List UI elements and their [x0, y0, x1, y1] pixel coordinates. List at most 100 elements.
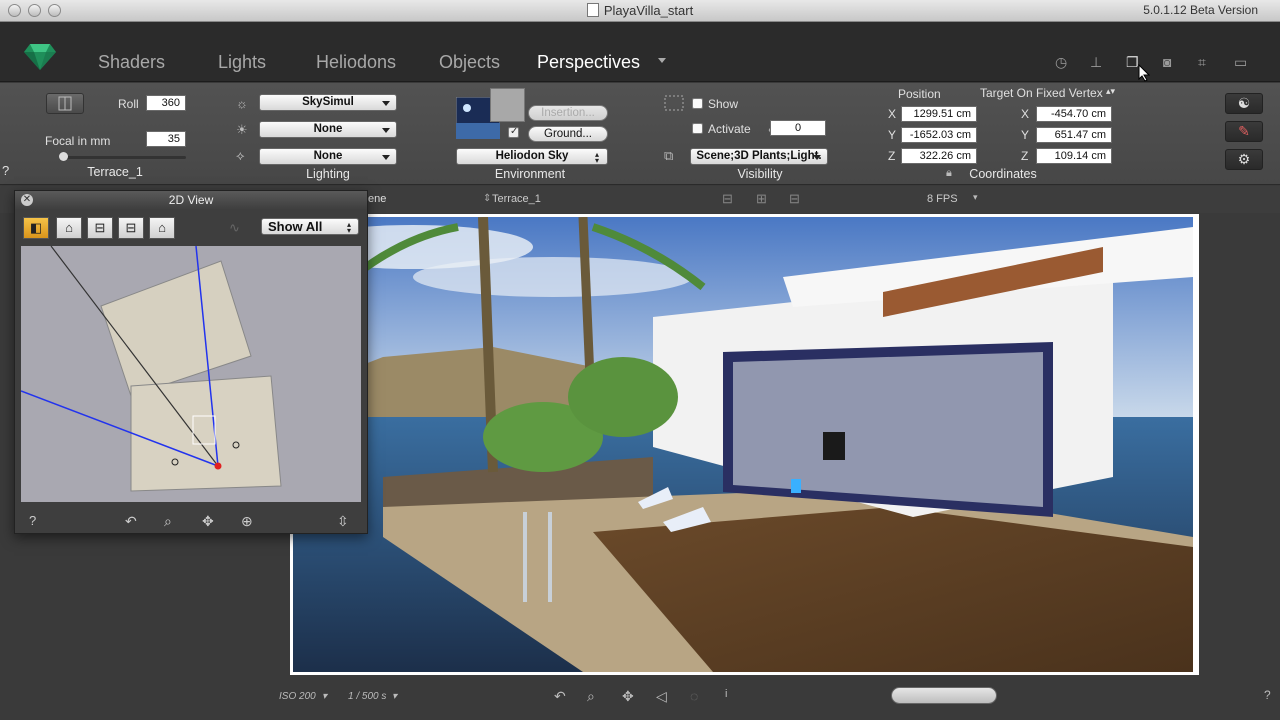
pos-y-axis: Y [888, 128, 897, 142]
roll-field[interactable]: 360 [146, 95, 186, 111]
view-center-icon[interactable]: ⊞ [756, 191, 767, 207]
collapse-icon[interactable]: ⇳ [337, 513, 349, 530]
panel-close-button[interactable]: ✕ [21, 194, 33, 206]
panel-2d-view: 2D View ✕ ◧ ⌂ ⊟ ⊟ ⌂ ∿ Show All ▴ ▾ ? ↶ ⌕ … [14, 190, 368, 534]
zoom-icon[interactable]: ⌕ [164, 513, 172, 530]
filter-spinner-icon[interactable]: ▴ ▾ [347, 221, 362, 235]
tab-perspectives[interactable]: Perspectives [537, 52, 640, 73]
link-icon: ∿ [229, 220, 240, 235]
ground-button[interactable]: Ground... [528, 126, 608, 142]
view-plan-button[interactable]: ◧ [23, 217, 49, 239]
focal-slider-track[interactable] [60, 156, 186, 159]
perspective-selector[interactable]: Terrace_1 [492, 193, 541, 205]
ground-checkbox[interactable]: ✓ [508, 126, 519, 138]
visibility-group-title: Visibility [737, 167, 783, 181]
zoom-view-icon[interactable]: ⌕ [587, 688, 595, 705]
window-title: PlayaVilla_start [0, 3, 1280, 18]
rotate-view-icon[interactable]: ↶ [554, 688, 566, 705]
tgt-y-axis: Y [1021, 128, 1030, 142]
fps-dropdown-caret-icon[interactable]: ▾ [973, 192, 978, 203]
shutter-dropdown-caret-icon[interactable]: ▾ [392, 691, 397, 702]
tab-heliodons[interactable]: Heliodons [316, 52, 396, 73]
horizontal-scroll-thumb[interactable] [891, 687, 997, 704]
tgt-y-field[interactable]: 651.47 cm [1036, 127, 1112, 143]
view-right-icon[interactable]: ⊟ [789, 191, 800, 207]
tgt-x-axis: X [1021, 107, 1030, 121]
insertion-button[interactable]: Insertion... [528, 105, 608, 121]
floor-icon: ⊟ [94, 220, 106, 235]
help-button[interactable]: ? [2, 163, 9, 178]
perspective-spinner-icon[interactable]: ⇕ [483, 193, 491, 204]
window-titlebar: PlayaVilla_start 5.0.1.12 Beta Version [0, 0, 1280, 22]
axes-icon[interactable]: ⊥ [1090, 54, 1108, 70]
tgt-z-field[interactable]: 109.14 cm [1036, 148, 1112, 164]
fps-label: 8 FPS [927, 193, 958, 205]
target-spinner-icon[interactable]: ▴▾ [1106, 86, 1115, 97]
heliodon-dropdown[interactable]: Heliodon Sky [456, 148, 608, 165]
crop-icon[interactable]: ⌗ [1198, 54, 1216, 70]
parameters-bar: Roll 360 Focal in mm 35 Terrace_1 ? ☼ ☀ … [0, 83, 1280, 185]
main-toolbar: Shaders Lights Heliodons Objects Perspec… [0, 22, 1280, 82]
panel-help-button[interactable]: ? [29, 513, 36, 528]
yin-yang-button[interactable]: ☯ [1225, 93, 1263, 114]
shadow-dropdown[interactable]: None [259, 148, 397, 165]
settings-button[interactable]: ⚙ [1225, 149, 1263, 170]
target-label[interactable]: Target On Fixed Vertex [980, 86, 1103, 100]
pos-x-axis: X [888, 107, 897, 121]
focal-field[interactable]: 35 [146, 131, 186, 147]
tab-shaders[interactable]: Shaders [98, 52, 165, 73]
view-roof-button[interactable]: ⌂ [149, 217, 175, 239]
orbit-icon[interactable]: ⊕ [241, 513, 253, 530]
view-left-icon[interactable]: ⊟ [722, 191, 733, 207]
info-icon[interactable]: i [725, 688, 727, 700]
camera-icon[interactable]: ◙ [1163, 54, 1181, 70]
sky-dropdown[interactable]: SkySimul [259, 94, 397, 111]
lock-icon[interactable]: 🔒︎ [946, 167, 952, 180]
view-home-button[interactable]: ⌂ [56, 217, 82, 239]
roll-label: Roll [118, 97, 139, 111]
shutter-selector[interactable]: 1 / 500 s [348, 691, 386, 702]
focal-slider-thumb[interactable] [59, 152, 68, 161]
mouse-cursor-icon [1138, 64, 1150, 82]
walk-view-icon[interactable]: ◁ [656, 688, 667, 705]
coordinates-group-title: Coordinates [969, 167, 1037, 181]
app-logo-gem-icon [24, 44, 56, 70]
tab-objects[interactable]: Objects [439, 52, 500, 73]
show-filter-dropdown[interactable]: Show All [261, 218, 359, 235]
bulb-icon: ☀ [236, 122, 248, 137]
iso-dropdown-caret-icon[interactable]: ▾ [322, 691, 327, 702]
undo-icon[interactable]: ↶ [125, 513, 137, 530]
pencils-button[interactable]: ✎ [1225, 121, 1263, 142]
sun-icon: ☼ [236, 96, 248, 111]
pan-view-icon[interactable]: ✥ [622, 688, 634, 705]
grid-icon [664, 95, 684, 111]
iso-selector[interactable]: ISO 200 [279, 691, 316, 702]
light-dropdown[interactable]: None [259, 121, 397, 138]
activate-value-field[interactable]: 0 [770, 120, 826, 136]
tgt-z-axis: Z [1021, 149, 1029, 163]
reset-view-icon[interactable]: ◌ [690, 688, 698, 704]
plan-map[interactable] [21, 246, 361, 502]
monitor-icon[interactable]: ▭ [1234, 54, 1252, 70]
pos-z-field[interactable]: 322.26 cm [901, 148, 977, 164]
home-icon: ⌂ [65, 220, 73, 235]
environment-group-title: Environment [494, 167, 566, 181]
render-viewport[interactable] [293, 217, 1193, 672]
status-help-button[interactable]: ? [1264, 688, 1271, 702]
pan-icon[interactable]: ✥ [202, 513, 214, 530]
view-floor1-button[interactable]: ⊟ [87, 217, 113, 239]
roof-icon: ⌂ [158, 220, 166, 235]
timer-icon[interactable]: ◷ [1055, 54, 1073, 70]
tab-lights[interactable]: Lights [218, 52, 266, 73]
pos-y-field[interactable]: -1652.03 cm [901, 127, 977, 143]
ground-swatch[interactable] [490, 88, 525, 122]
view-floor2-button[interactable]: ⊟ [118, 217, 144, 239]
show-checkbox[interactable] [692, 98, 703, 109]
tab-menu-caret-icon[interactable] [658, 58, 666, 63]
layers-dropdown[interactable]: Scene;3D Plants;Light. [690, 148, 828, 165]
tgt-x-field[interactable]: -454.70 cm [1036, 106, 1112, 122]
camera-lock-button[interactable] [46, 93, 84, 114]
activate-checkbox[interactable] [692, 123, 703, 134]
pos-x-field[interactable]: 1299.51 cm [901, 106, 977, 122]
pos-z-axis: Z [888, 149, 896, 163]
